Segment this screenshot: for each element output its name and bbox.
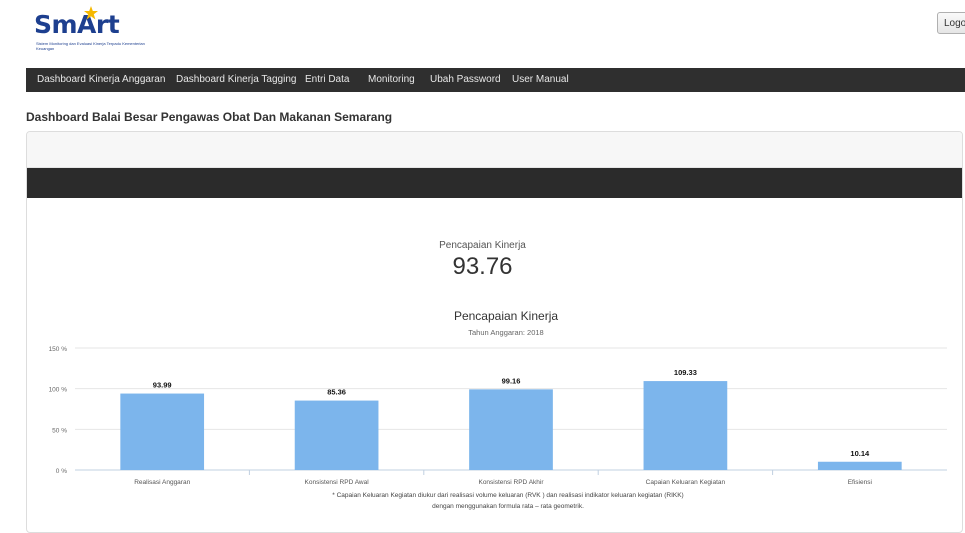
bar-data-label: 85.36 <box>327 388 346 397</box>
score-label: Pencapaian Kinerja <box>439 240 526 251</box>
score-value: 93.76 <box>452 253 513 280</box>
x-tick-label: Realisasi Anggaran <box>134 479 190 486</box>
bar <box>817 461 902 470</box>
chart-footnote-line1: * Capaian Keluaran Kegiatan diukur dari … <box>332 492 683 499</box>
app-logo[interactable]: SmArt Sistem Monitoring dan Evaluasi Kin… <box>34 6 145 51</box>
nav-monitoring[interactable]: Monitoring <box>368 68 415 92</box>
logo-text: SmArt <box>34 10 120 39</box>
page-title: Dashboard Balai Besar Pengawas Obat Dan … <box>26 110 393 124</box>
bar-data-label: 93.99 <box>153 381 172 390</box>
x-tick-label: Efisiensi <box>848 479 872 486</box>
bar <box>469 389 553 470</box>
chart-subtitle: Tahun Anggaran: 2018 <box>468 328 543 337</box>
main-navbar: Dashboard Kinerja Anggaran Dashboard Kin… <box>26 68 965 92</box>
bar-data-label: 99.16 <box>502 376 521 385</box>
y-tick-label: 150 % <box>49 346 68 353</box>
nav-entri-data[interactable]: Entri Data <box>305 68 349 92</box>
y-tick-label: 0 % <box>56 468 67 475</box>
x-tick-label: Konsistensi RPD Awal <box>305 479 370 486</box>
bar <box>120 393 205 470</box>
bar <box>294 400 379 470</box>
nav-dashboard-kinerja-tagging[interactable]: Dashboard Kinerja Tagging <box>176 68 296 92</box>
performance-bar-chart: Pencapaian Kinerja Tahun Anggaran: 2018 0 … <box>49 309 947 510</box>
nav-ubah-password[interactable]: Ubah Password <box>430 68 501 92</box>
star-icon <box>84 6 98 20</box>
x-tick-label: Konsistensi RPD Akhir <box>478 479 544 486</box>
y-tick-label: 100 % <box>49 387 68 394</box>
nav-user-manual[interactable]: User Manual <box>512 68 569 92</box>
logo-subtitle: Sistem Monitoring dan Evaluasi Kinerja T… <box>36 41 145 51</box>
chart-title: Pencapaian Kinerja <box>454 309 558 323</box>
logout-button[interactable]: Logout <box>937 12 965 34</box>
bar-data-label: 10.14 <box>850 449 870 458</box>
panel-dark-band <box>27 168 962 198</box>
panel-header <box>27 132 962 168</box>
y-tick-label: 50 % <box>52 427 67 434</box>
bar <box>643 381 728 470</box>
bar-data-label: 109.33 <box>674 368 697 377</box>
nav-dashboard-kinerja-anggaran[interactable]: Dashboard Kinerja Anggaran <box>37 68 165 92</box>
chart-footnote-line2: dengan menggunakan formula rata – rata g… <box>432 503 584 510</box>
x-tick-label: Capaian Keluaran Kegiatan <box>646 479 726 486</box>
